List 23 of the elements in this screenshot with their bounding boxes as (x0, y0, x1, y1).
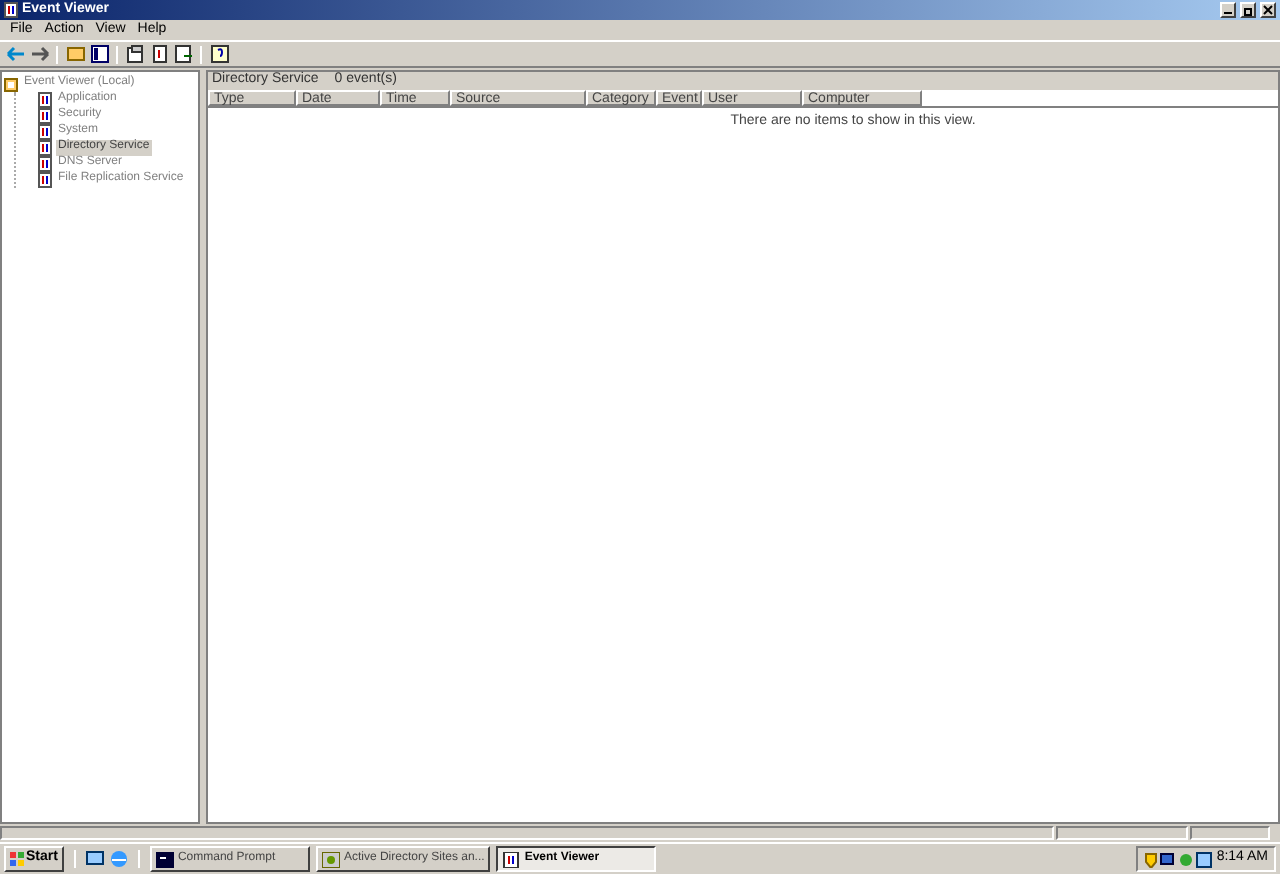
restore-icon (1242, 4, 1254, 16)
forward-arrow-button[interactable] (28, 43, 50, 65)
back-arrow-icon (5, 44, 25, 64)
restore-button[interactable] (1240, 2, 1256, 18)
back-arrow-button[interactable] (4, 43, 26, 65)
minimize-button[interactable] (1220, 2, 1236, 18)
help-icon (209, 44, 229, 64)
close-button[interactable] (1260, 2, 1276, 18)
shield-icon[interactable] (1143, 851, 1158, 867)
forward-arrow-icon (29, 44, 49, 64)
export-list-button[interactable] (172, 43, 194, 65)
console-icon (155, 851, 174, 867)
log-icon (4, 2, 18, 18)
panel-button[interactable] (88, 43, 110, 65)
help-button[interactable] (208, 43, 230, 65)
windows-flag-icon (10, 852, 24, 866)
log-button[interactable] (148, 43, 170, 65)
desktop-icon[interactable] (85, 850, 104, 868)
folder-icon (65, 44, 85, 64)
log-icon (502, 851, 521, 867)
close-icon (1262, 4, 1274, 16)
properties-button[interactable] (124, 43, 146, 65)
folder-button[interactable] (64, 43, 86, 65)
